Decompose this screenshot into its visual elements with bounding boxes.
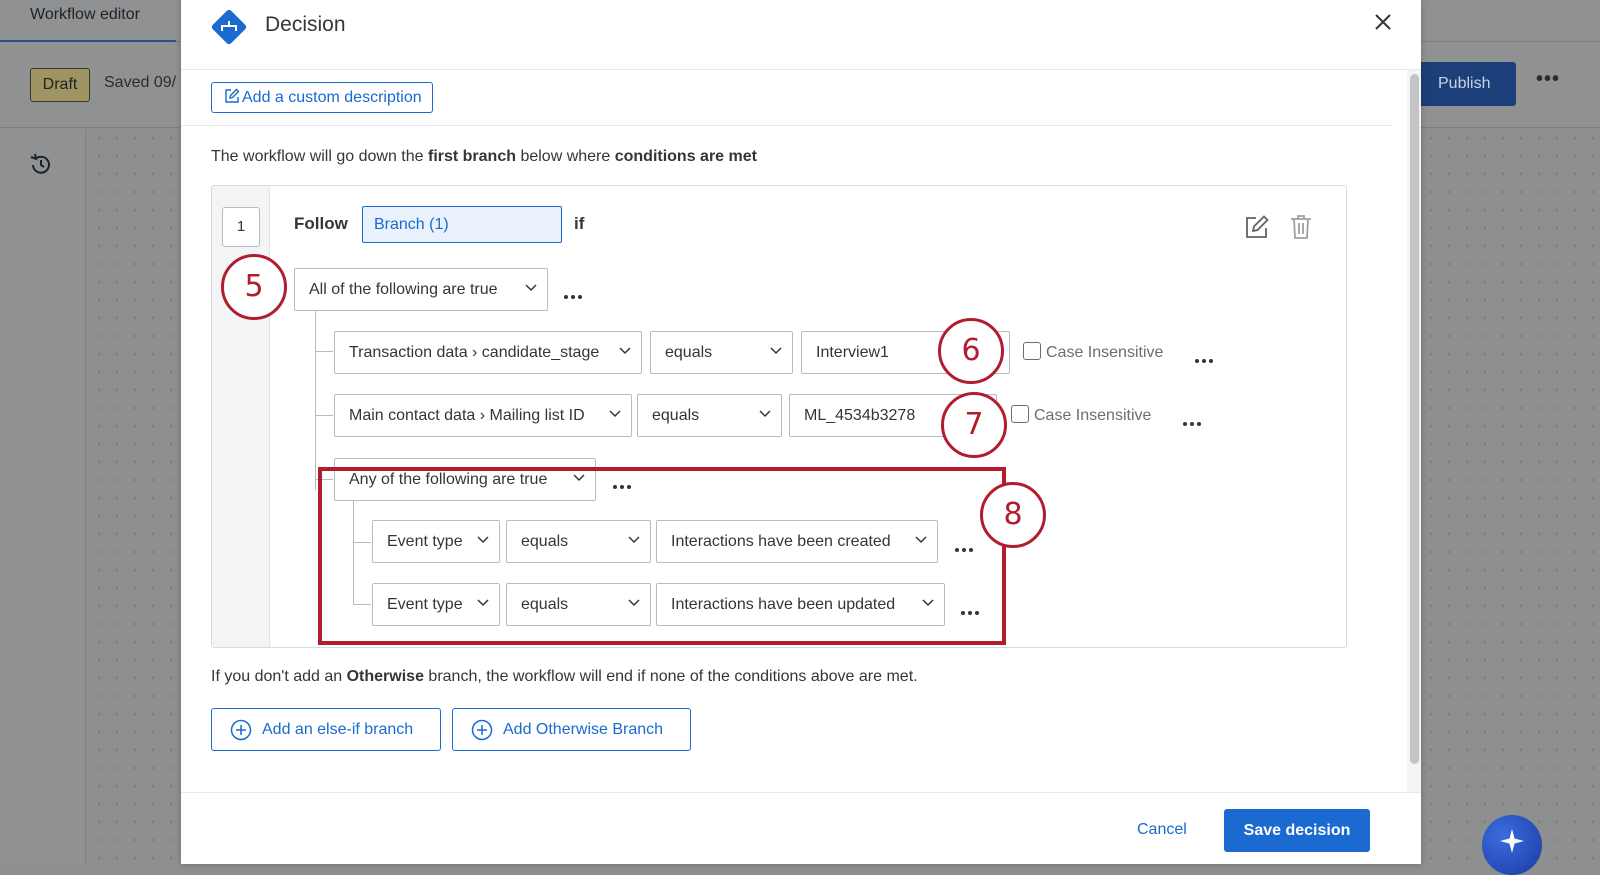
condition-operator-select[interactable]: equals	[637, 394, 782, 437]
cancel-button[interactable]: Cancel	[1137, 821, 1187, 839]
modal-footer: Cancel Save decision	[181, 792, 1421, 864]
condition-more-button[interactable]	[1195, 350, 1221, 363]
left-rail	[0, 129, 86, 864]
modal-title: Decision	[265, 13, 346, 36]
tree-line	[315, 415, 333, 416]
add-else-if-button[interactable]: Add an else-if branch	[211, 708, 441, 751]
add-description-label: Add a custom description	[242, 89, 422, 106]
intro-text: The workflow will go down the first bran…	[211, 148, 757, 165]
follow-label: Follow	[294, 214, 348, 233]
add-otherwise-button[interactable]: Add Otherwise Branch	[452, 708, 691, 751]
publish-button[interactable]: Publish	[1406, 62, 1516, 106]
chevron-down-icon	[770, 347, 782, 355]
tab-workflow-editor[interactable]: Workflow editor	[0, 0, 176, 42]
case-insensitive-checkbox[interactable]: Case Insensitive	[1023, 342, 1163, 362]
save-decision-button[interactable]: Save decision	[1224, 809, 1370, 852]
decision-modal: Decision Add a custom description The wo…	[181, 0, 1421, 864]
tree-line	[315, 351, 333, 352]
modal-scrollbar[interactable]	[1410, 74, 1419, 764]
case-insensitive-checkbox[interactable]: Case Insensitive	[1011, 405, 1151, 425]
otherwise-note: If you don't add an Otherwise branch, th…	[211, 668, 918, 685]
chevron-down-icon	[609, 410, 621, 418]
divider	[181, 125, 1393, 126]
branch-name-input[interactable]: Branch (1)	[362, 206, 562, 243]
condition-field-select[interactable]: Main contact data › Mailing list ID	[334, 394, 632, 437]
highlight-box	[318, 467, 1006, 645]
chevron-down-icon	[525, 284, 537, 292]
condition-more-button[interactable]	[1183, 413, 1209, 426]
tree-line	[315, 307, 316, 490]
callout-badge: 6	[938, 318, 1004, 384]
branch-number: 1	[222, 207, 260, 247]
callout-badge: 5	[221, 254, 287, 320]
edit-icon	[225, 88, 240, 103]
sparkle-icon	[1500, 829, 1524, 853]
decision-icon	[209, 7, 249, 47]
callout-badge: 8	[980, 482, 1046, 548]
group-more-button[interactable]	[564, 286, 590, 299]
add-description-button[interactable]: Add a custom description	[211, 82, 433, 113]
chevron-down-icon	[759, 410, 771, 418]
history-icon[interactable]	[28, 152, 54, 178]
checkbox[interactable]	[1011, 405, 1029, 423]
saved-status: Saved 09/	[104, 74, 177, 91]
callout-badge: 7	[941, 392, 1007, 458]
condition-operator-select[interactable]: equals	[650, 331, 793, 374]
if-label: if	[574, 214, 585, 233]
plus-circle-icon	[230, 719, 252, 741]
close-icon[interactable]	[1369, 8, 1397, 36]
edit-branch-icon[interactable]	[1244, 214, 1270, 240]
plus-circle-icon	[471, 719, 493, 741]
toolbar-more-button[interactable]: •••	[1536, 69, 1566, 92]
modal-header: Decision	[181, 0, 1421, 70]
chevron-down-icon	[619, 347, 631, 355]
assistant-button[interactable]	[1482, 815, 1542, 875]
checkbox[interactable]	[1023, 342, 1041, 360]
group-operator-select[interactable]: All of the following are true	[294, 268, 548, 311]
draft-badge: Draft	[30, 68, 90, 102]
condition-field-select[interactable]: Transaction data › candidate_stage	[334, 331, 642, 374]
delete-branch-icon[interactable]	[1290, 214, 1312, 240]
modal-body: Add a custom description The workflow wi…	[181, 70, 1407, 792]
